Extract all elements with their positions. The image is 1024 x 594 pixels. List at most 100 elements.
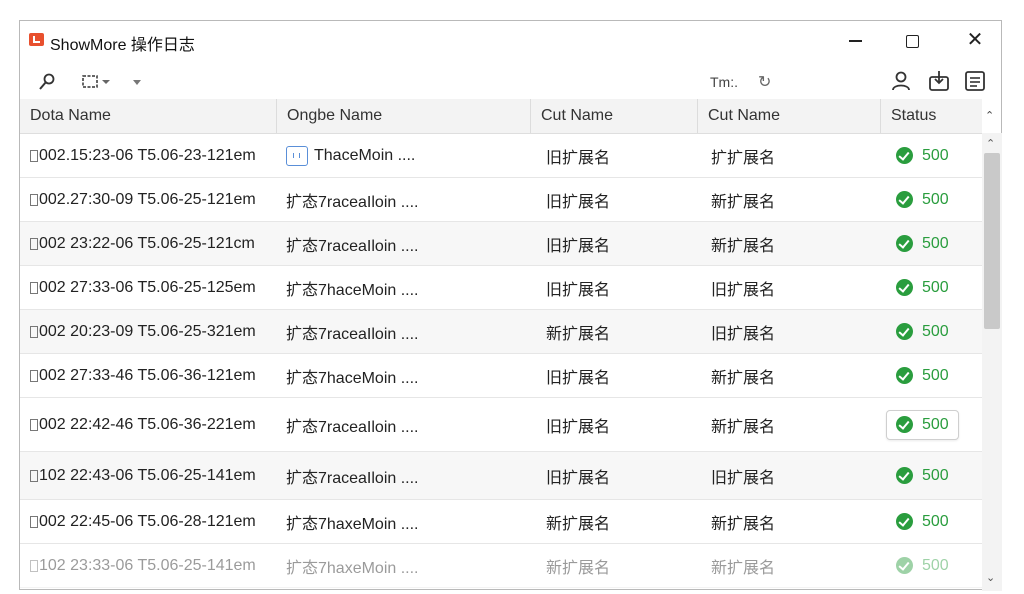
row-checkbox[interactable] (30, 559, 38, 572)
row-cut-name-1: 新扩展名 (546, 559, 611, 577)
check-circle-icon (896, 147, 913, 164)
magnifier-icon[interactable] (38, 73, 56, 91)
column-header-date[interactable]: Dota Name (20, 99, 277, 133)
table-row[interactable]: 002 22:45-06 T5.06-28-121em 扩态7haxeMoin … (20, 500, 982, 544)
status-code: 500 (922, 234, 949, 252)
row-date: 002.27:30-09 T5.06-25-121em (39, 190, 256, 208)
row-original-name: 扩态7haxeMoin .... (286, 559, 419, 577)
row-date: 102 22:43-06 T5.06-25-141em (39, 466, 256, 484)
status-badge: 500 (886, 229, 959, 259)
row-date: 002 27:33-06 T5.06-25-125em (39, 278, 256, 296)
vertical-scrollbar[interactable]: ⌃ ⌄ (982, 133, 1002, 591)
status-code: 500 (922, 322, 949, 340)
row-checkbox[interactable] (30, 281, 38, 294)
scrollbar-thumb[interactable] (984, 153, 1000, 329)
row-original-name: 扩态7haxeMoin .... (286, 515, 419, 533)
row-cut-name-2: 新扩展名 (711, 237, 776, 255)
row-checkbox[interactable] (30, 237, 38, 250)
row-cut-name-1: 旧扩展名 (546, 193, 611, 211)
row-checkbox[interactable] (30, 418, 38, 431)
row-cut-name-1: 旧扩展名 (546, 369, 611, 387)
row-checkbox[interactable] (30, 149, 38, 162)
row-original-name: 扩态7raceaIloin .... (286, 325, 419, 343)
table-row[interactable]: 002 27:33-46 T5.06-36-121em 扩态7haceMoin … (20, 354, 982, 398)
status-badge: 500 (886, 551, 959, 581)
row-cut-name-2: 新扩展名 (711, 515, 776, 533)
row-checkbox[interactable] (30, 515, 38, 528)
check-circle-icon (896, 279, 913, 296)
check-circle-icon (896, 323, 913, 340)
status-badge: 500 (886, 317, 959, 347)
status-badge: 500 (886, 461, 959, 491)
row-cut-name-1: 旧扩展名 (546, 237, 611, 255)
time-label: Tm:. (710, 74, 738, 90)
maximize-icon (905, 34, 919, 48)
row-checkbox[interactable] (30, 325, 38, 338)
status-code: 500 (922, 278, 949, 296)
status-code: 500 (922, 466, 949, 484)
close-button[interactable]: ✕ (955, 26, 995, 54)
row-cut-name-1: 新扩展名 (546, 515, 611, 533)
user-icon[interactable] (890, 70, 912, 92)
table-row[interactable]: 002 27:33-06 T5.06-25-125em 扩态7haceMoin … (20, 266, 982, 310)
row-cut-name-2: 旧扩展名 (711, 469, 776, 487)
sort-up-icon[interactable]: ⌃ (985, 109, 994, 122)
minimize-button[interactable] (835, 26, 875, 54)
column-header-status[interactable]: Status (881, 99, 982, 133)
log-table: 002.15:23-06 T5.06-23-121em ThaceMoin ..… (20, 134, 982, 594)
column-header-original[interactable]: Ongbe Name (277, 99, 531, 133)
scroll-up-icon[interactable]: ⌃ (986, 137, 995, 150)
file-icon (286, 145, 308, 166)
maximize-button[interactable] (892, 26, 932, 54)
status-badge: 500 (886, 185, 959, 215)
row-original-name: 扩态7raceaIloin .... (286, 469, 419, 487)
row-checkbox[interactable] (30, 193, 38, 206)
row-cut-name-2: 新扩展名 (711, 559, 776, 577)
table-row[interactable]: 002.15:23-06 T5.06-23-121em ThaceMoin ..… (20, 134, 982, 178)
check-circle-icon (896, 191, 913, 208)
column-header-cut-1[interactable]: Cut Name (531, 99, 698, 133)
row-date: 002 22:45-06 T5.06-28-121em (39, 512, 256, 530)
status-badge[interactable]: 500 (886, 409, 959, 440)
row-cut-name-2: 新扩展名 (711, 418, 776, 436)
row-cut-name-2: 新扩展名 (711, 369, 776, 387)
filter-icon[interactable] (81, 73, 113, 91)
minimize-icon (848, 40, 862, 43)
table-row[interactable]: 102 22:43-06 T5.06-25-141em 扩态7raceaIloi… (20, 452, 982, 500)
row-date: 102 23:33-06 T5.06-25-141em (39, 556, 256, 574)
refresh-icon[interactable]: ↻ (758, 72, 771, 92)
column-header-cut-2[interactable]: Cut Name (698, 99, 881, 133)
status-code: 500 (922, 415, 949, 433)
dropdown-chevron-icon[interactable] (132, 79, 142, 87)
table-row[interactable]: 002 23:22-06 T5.06-25-121cm 扩态7raceaIloi… (20, 222, 982, 266)
row-original-name: 扩态7haceMoin .... (286, 281, 419, 299)
row-checkbox[interactable] (30, 369, 38, 382)
status-badge: 500 (886, 141, 959, 171)
check-circle-icon (896, 513, 913, 530)
row-original-name: 扩态7raceaIloin .... (286, 237, 419, 255)
toolbar: Tm:. ↻ (20, 61, 1001, 101)
row-cut-name-2: 旧扩展名 (711, 325, 776, 343)
table-row[interactable]: 002 22:42-46 T5.06-36-221em 扩态7raceaIloi… (20, 398, 982, 452)
status-code: 500 (922, 556, 949, 574)
app-logo-icon (29, 33, 44, 46)
row-cut-name-2: 扩扩展名 (711, 149, 776, 167)
document-icon[interactable] (964, 70, 986, 92)
status-code: 500 (922, 146, 949, 164)
row-cut-name-1: 旧扩展名 (546, 281, 611, 299)
row-original-name: 扩态7raceaIloin .... (286, 193, 419, 211)
row-checkbox[interactable] (30, 469, 38, 482)
export-icon[interactable] (928, 69, 950, 93)
status-badge: 500 (886, 507, 959, 537)
status-badge: 500 (886, 273, 959, 303)
row-date: 002 27:33-46 T5.06-36-121em (39, 366, 256, 384)
table-header: Dota Name Ongbe Name Cut Name Cut Name S… (20, 99, 982, 134)
status-badge: 500 (886, 361, 959, 391)
row-cut-name-2: 旧扩展名 (711, 281, 776, 299)
table-row[interactable]: 102 23:33-06 T5.06-25-141em 扩态7haxeMoin … (20, 544, 982, 588)
table-row[interactable]: 002 20:23-09 T5.06-25-321em 扩态7raceaIloi… (20, 310, 982, 354)
row-original-name: 扩态7raceaIloin .... (286, 418, 419, 436)
row-original-name: 扩态7haceMoin .... (286, 369, 419, 387)
table-row[interactable]: 002.27:30-09 T5.06-25-121em 扩态7raceaIloi… (20, 178, 982, 222)
scroll-down-icon[interactable]: ⌄ (986, 571, 995, 584)
